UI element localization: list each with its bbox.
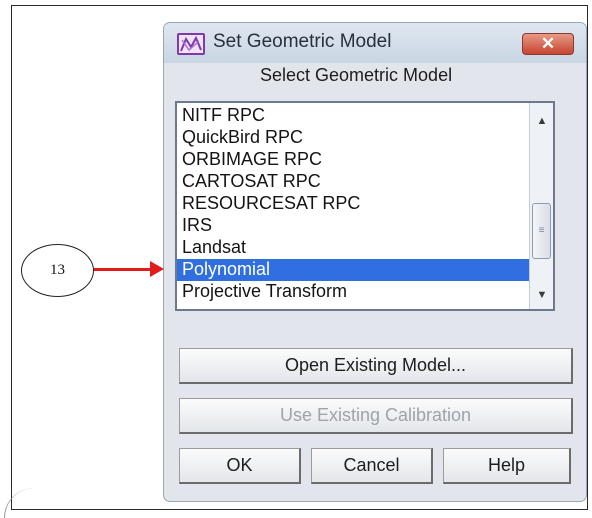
scroll-down-arrow-icon[interactable]: ▼ <box>532 285 552 305</box>
frame-corner-line <box>4 488 35 518</box>
scroll-thumb[interactable]: ≡ <box>532 203 551 259</box>
geometric-model-list[interactable]: NITF RPC QuickBird RPC ORBIMAGE RPC CARTOSA… <box>175 101 555 311</box>
list-items-container: NITF RPC QuickBird RPC ORBIMAGE RPC CARTOSA… <box>177 105 529 309</box>
list-item[interactable]: NITF RPC <box>177 105 529 127</box>
use-existing-calibration-button[interactable]: Use Existing Calibration <box>179 398 573 434</box>
ok-button[interactable]: OK <box>179 448 301 484</box>
list-item[interactable]: IRS <box>177 215 529 237</box>
list-item[interactable]: RESOURCESAT RPC <box>177 193 529 215</box>
scroll-up-arrow-icon[interactable]: ▲ <box>532 111 552 131</box>
list-item[interactable]: CARTOSAT RPC <box>177 171 529 193</box>
close-icon[interactable]: ✕ <box>522 33 574 55</box>
title-bar[interactable]: Set Geometric Model ✕ <box>164 23 586 63</box>
help-button[interactable]: Help <box>443 448 571 484</box>
open-existing-model-button[interactable]: Open Existing Model... <box>179 348 573 384</box>
step-callout-circle: 13 <box>21 244 94 297</box>
list-item[interactable]: Polynomial <box>177 259 529 281</box>
cancel-button[interactable]: Cancel <box>311 448 433 484</box>
list-item[interactable]: Projective Transform <box>177 281 529 303</box>
callout-arrow-head <box>150 261 164 277</box>
dialog-title: Set Geometric Model <box>213 31 392 52</box>
list-item[interactable]: Landsat <box>177 237 529 259</box>
select-model-label: Select Geometric Model <box>260 65 453 85</box>
list-scrollbar[interactable]: ▲ ≡ ▼ <box>529 103 553 309</box>
list-item[interactable]: QuickBird RPC <box>177 127 529 149</box>
callout-arrow-line <box>94 268 152 271</box>
set-geometric-model-dialog: Set Geometric Model ✕ Select Geometric M… <box>163 22 587 502</box>
geometric-model-app-icon <box>177 33 205 55</box>
list-item[interactable]: ORBIMAGE RPC <box>177 149 529 171</box>
